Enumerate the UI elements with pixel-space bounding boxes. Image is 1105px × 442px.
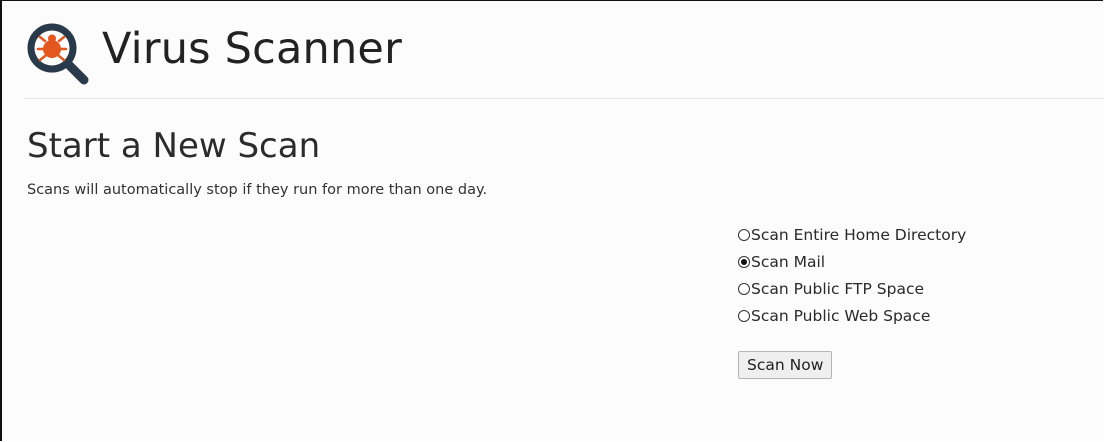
option-scan-home-directory[interactable]: Scan Entire Home Directory bbox=[738, 221, 966, 248]
option-scan-public-web[interactable]: Scan Public Web Space bbox=[738, 302, 966, 329]
scan-now-button[interactable]: Scan Now bbox=[738, 351, 833, 379]
option-label: Scan Public FTP Space bbox=[751, 279, 925, 298]
radio-scan-public-ftp[interactable] bbox=[738, 282, 750, 295]
virus-scanner-magnifier-icon bbox=[27, 23, 89, 85]
scan-description: Scans will automatically stop if they ru… bbox=[27, 182, 488, 198]
option-label: Scan Mail bbox=[751, 252, 826, 271]
radio-scan-mail[interactable] bbox=[738, 255, 750, 268]
option-label: Scan Public Web Space bbox=[751, 306, 931, 325]
option-scan-mail[interactable]: Scan Mail bbox=[738, 248, 966, 275]
radio-scan-home-directory[interactable] bbox=[738, 228, 750, 241]
page-header: Virus Scanner bbox=[24, 18, 1104, 99]
page-title: Virus Scanner bbox=[102, 24, 402, 74]
option-scan-public-ftp[interactable]: Scan Public FTP Space bbox=[738, 275, 966, 302]
radio-scan-public-web[interactable] bbox=[738, 309, 750, 322]
scan-type-options: Scan Entire Home Directory Scan Mail Sca… bbox=[738, 221, 966, 329]
option-label: Scan Entire Home Directory bbox=[751, 225, 967, 244]
section-heading: Start a New Scan bbox=[27, 126, 321, 166]
